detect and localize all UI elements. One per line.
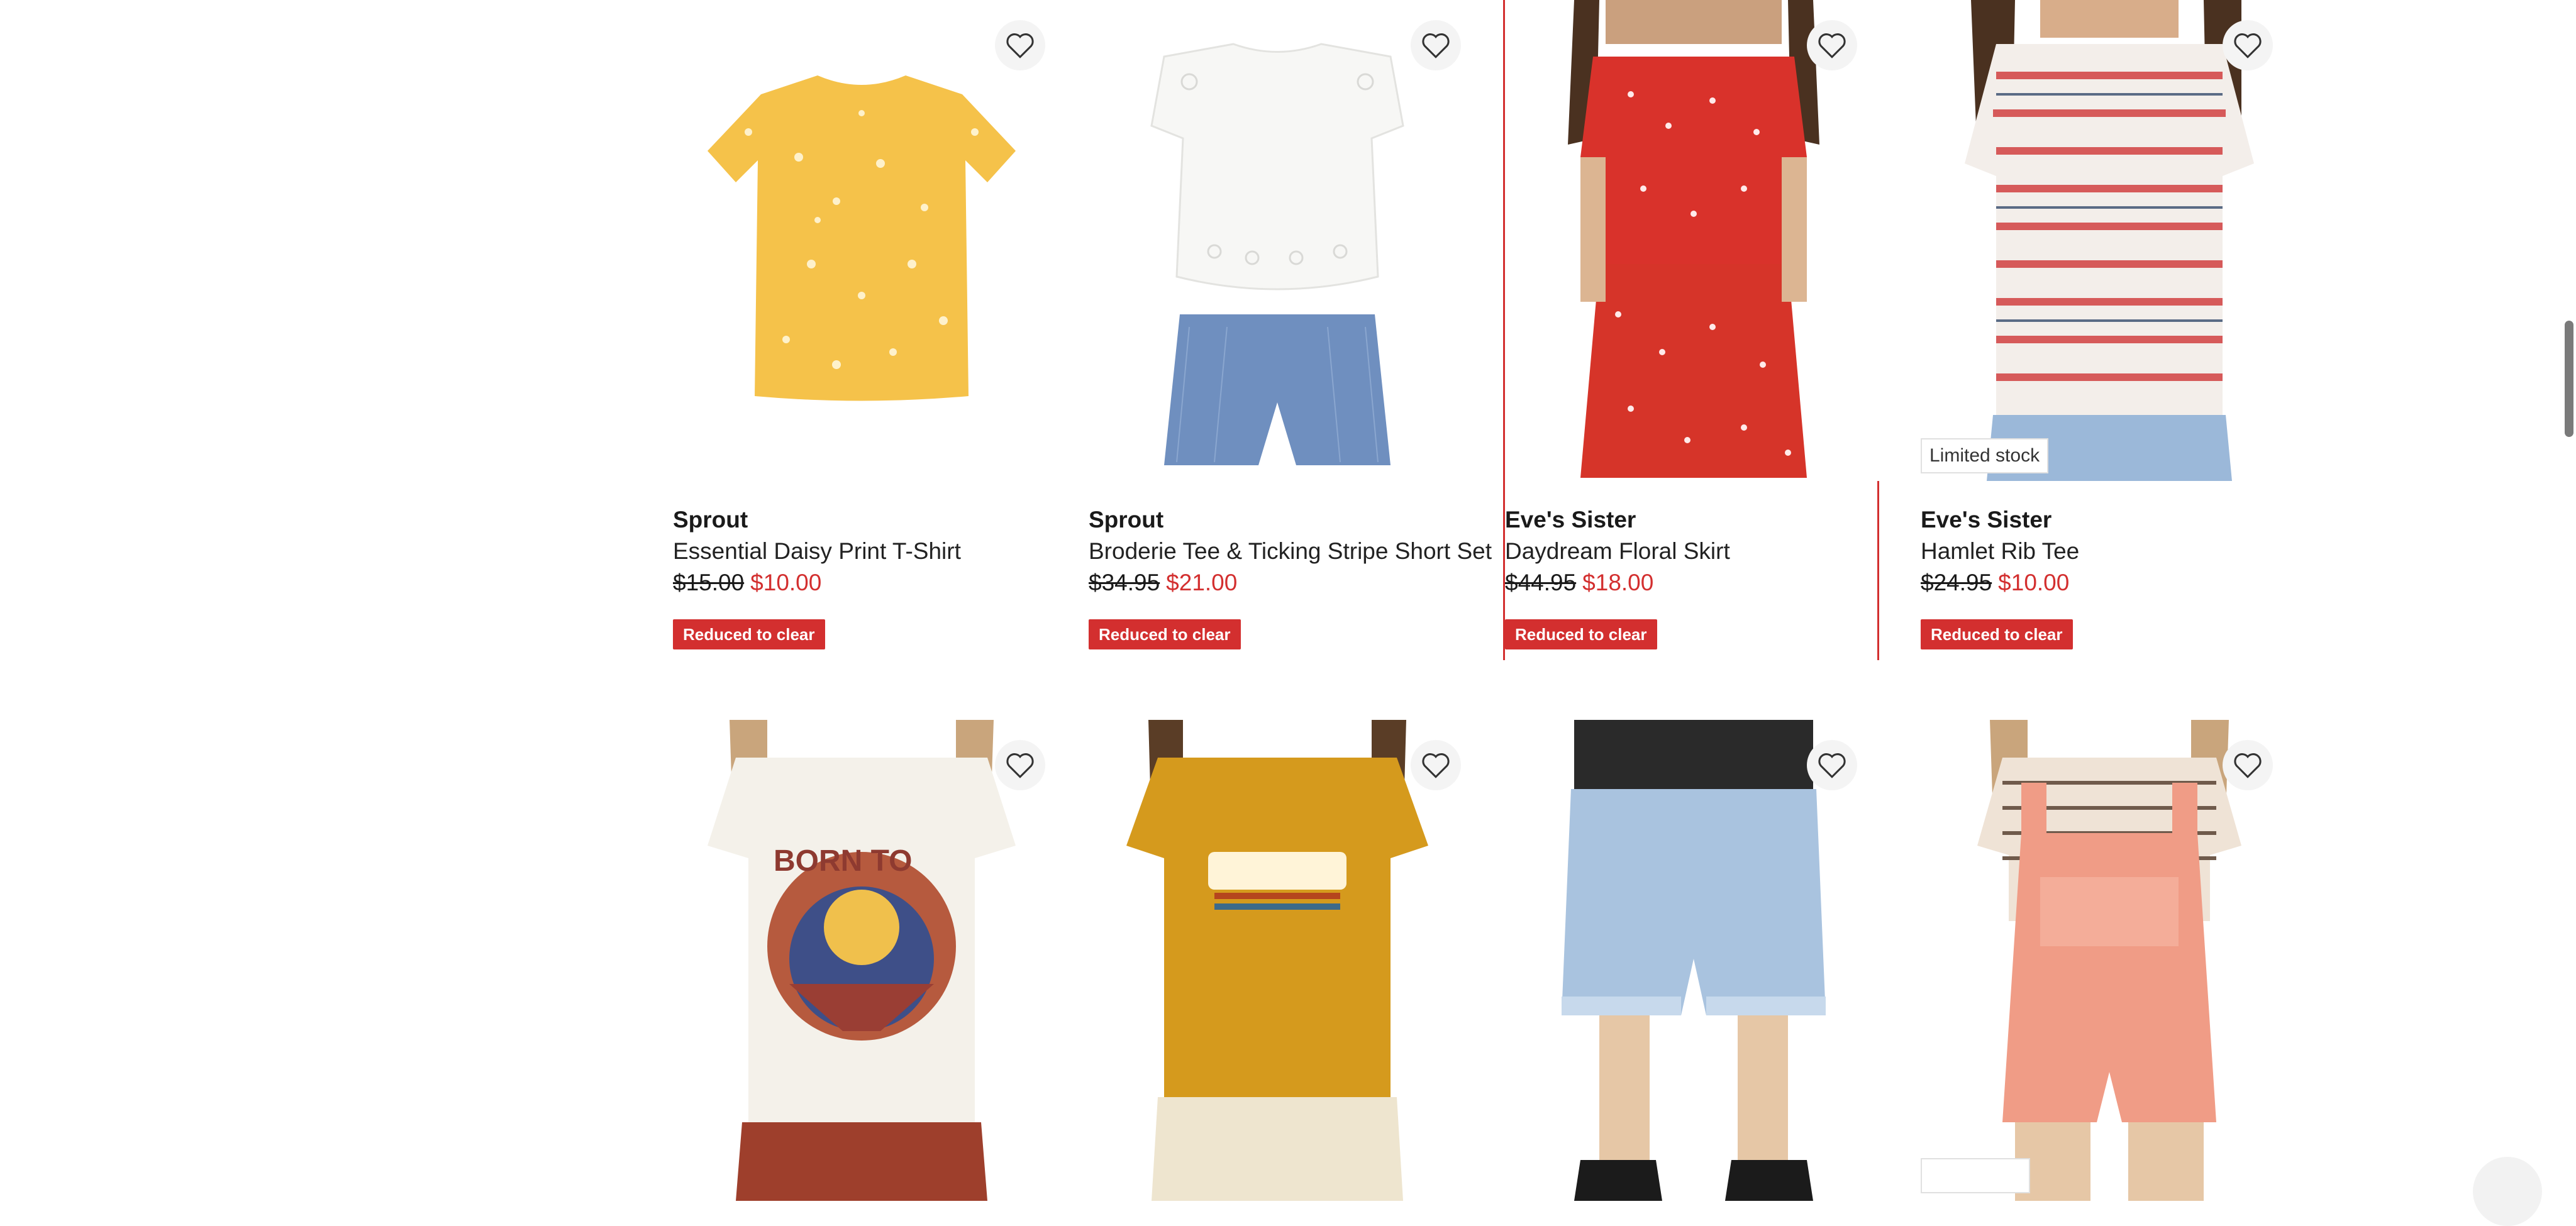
product-image[interactable]: [1505, 0, 1882, 481]
product-card[interactable]: Sprout Essential Daisy Print T-Shirt $15…: [673, 0, 1050, 660]
original-price: $24.95: [1921, 570, 1992, 595]
promo-tag: Reduced to clear: [1505, 619, 1657, 649]
product-name[interactable]: Daydream Floral Skirt: [1505, 538, 1730, 565]
product-image[interactable]: [1089, 720, 1466, 1201]
heart-outline-icon: [2234, 33, 2262, 58]
promo-tag: Reduced to clear: [673, 619, 825, 649]
product-grid: Sprout Essential Daisy Print T-Shirt $15…: [0, 0, 2576, 1201]
product-brand[interactable]: Sprout: [673, 507, 748, 533]
product-name[interactable]: Essential Daisy Print T-Shirt: [673, 538, 961, 565]
wishlist-button[interactable]: [2223, 20, 2273, 70]
original-price: $34.95: [1089, 570, 1160, 595]
product-card[interactable]: [1089, 720, 1466, 1201]
back-to-top-button[interactable]: [2473, 1157, 2542, 1226]
heart-outline-icon: [1422, 33, 1450, 58]
product-image[interactable]: BORN TO: [673, 720, 1050, 1201]
product-brand[interactable]: Eve's Sister: [1921, 507, 2051, 533]
wishlist-button[interactable]: [1411, 740, 1461, 790]
product-image[interactable]: [1921, 720, 2298, 1201]
wishlist-button[interactable]: [2223, 740, 2273, 790]
heart-outline-icon: [1818, 33, 1846, 58]
product-card[interactable]: Eve's Sister Daydream Floral Skirt $44.9…: [1505, 0, 1882, 660]
product-price: $24.95 $10.00: [1921, 570, 2069, 596]
product-card[interactable]: Limited stock Eve's Sister Hamlet Rib Te…: [1921, 0, 2298, 660]
product-card[interactable]: BORN TO: [673, 720, 1050, 1201]
wishlist-button[interactable]: [995, 20, 1045, 70]
product-image[interactable]: [1921, 0, 2298, 481]
product-brand[interactable]: Sprout: [1089, 507, 1163, 533]
svg-text:BORN TO: BORN TO: [774, 844, 912, 878]
heart-outline-icon: [2234, 753, 2262, 778]
product-price: $15.00 $10.00: [673, 570, 821, 596]
wishlist-button[interactable]: [1807, 20, 1857, 70]
product-card[interactable]: [1505, 720, 1882, 1201]
heart-outline-icon: [1422, 753, 1450, 778]
original-price: $44.95: [1505, 570, 1577, 595]
product-brand[interactable]: Eve's Sister: [1505, 507, 1636, 533]
sale-price: $21.00: [1166, 570, 1238, 595]
product-price: $34.95 $21.00: [1089, 570, 1237, 596]
stock-badge: [1921, 1158, 2030, 1193]
heart-outline-icon: [1006, 753, 1034, 778]
wishlist-button[interactable]: [995, 740, 1045, 790]
product-card[interactable]: Sprout Broderie Tee & Ticking Stripe Sho…: [1089, 0, 1492, 660]
wishlist-button[interactable]: [1411, 20, 1461, 70]
product-price: $44.95 $18.00: [1505, 570, 1653, 596]
product-card[interactable]: [1921, 720, 2298, 1201]
product-image[interactable]: [1505, 720, 1882, 1201]
wishlist-button[interactable]: [1807, 740, 1857, 790]
sale-price: $10.00: [1998, 570, 2070, 595]
original-price: $15.00: [673, 570, 745, 595]
product-image[interactable]: [1089, 0, 1466, 481]
sale-price: $18.00: [1582, 570, 1654, 595]
page-scrollbar[interactable]: [2565, 321, 2573, 437]
product-name[interactable]: Broderie Tee & Ticking Stripe Short Set: [1089, 538, 1492, 565]
heart-outline-icon: [1006, 33, 1034, 58]
stock-badge: Limited stock: [1921, 438, 2049, 473]
promo-tag: Reduced to clear: [1921, 619, 2073, 649]
product-image[interactable]: [673, 0, 1050, 481]
product-name[interactable]: Hamlet Rib Tee: [1921, 538, 2079, 565]
heart-outline-icon: [1818, 753, 1846, 778]
promo-tag: Reduced to clear: [1089, 619, 1241, 649]
sale-price: $10.00: [750, 570, 822, 595]
